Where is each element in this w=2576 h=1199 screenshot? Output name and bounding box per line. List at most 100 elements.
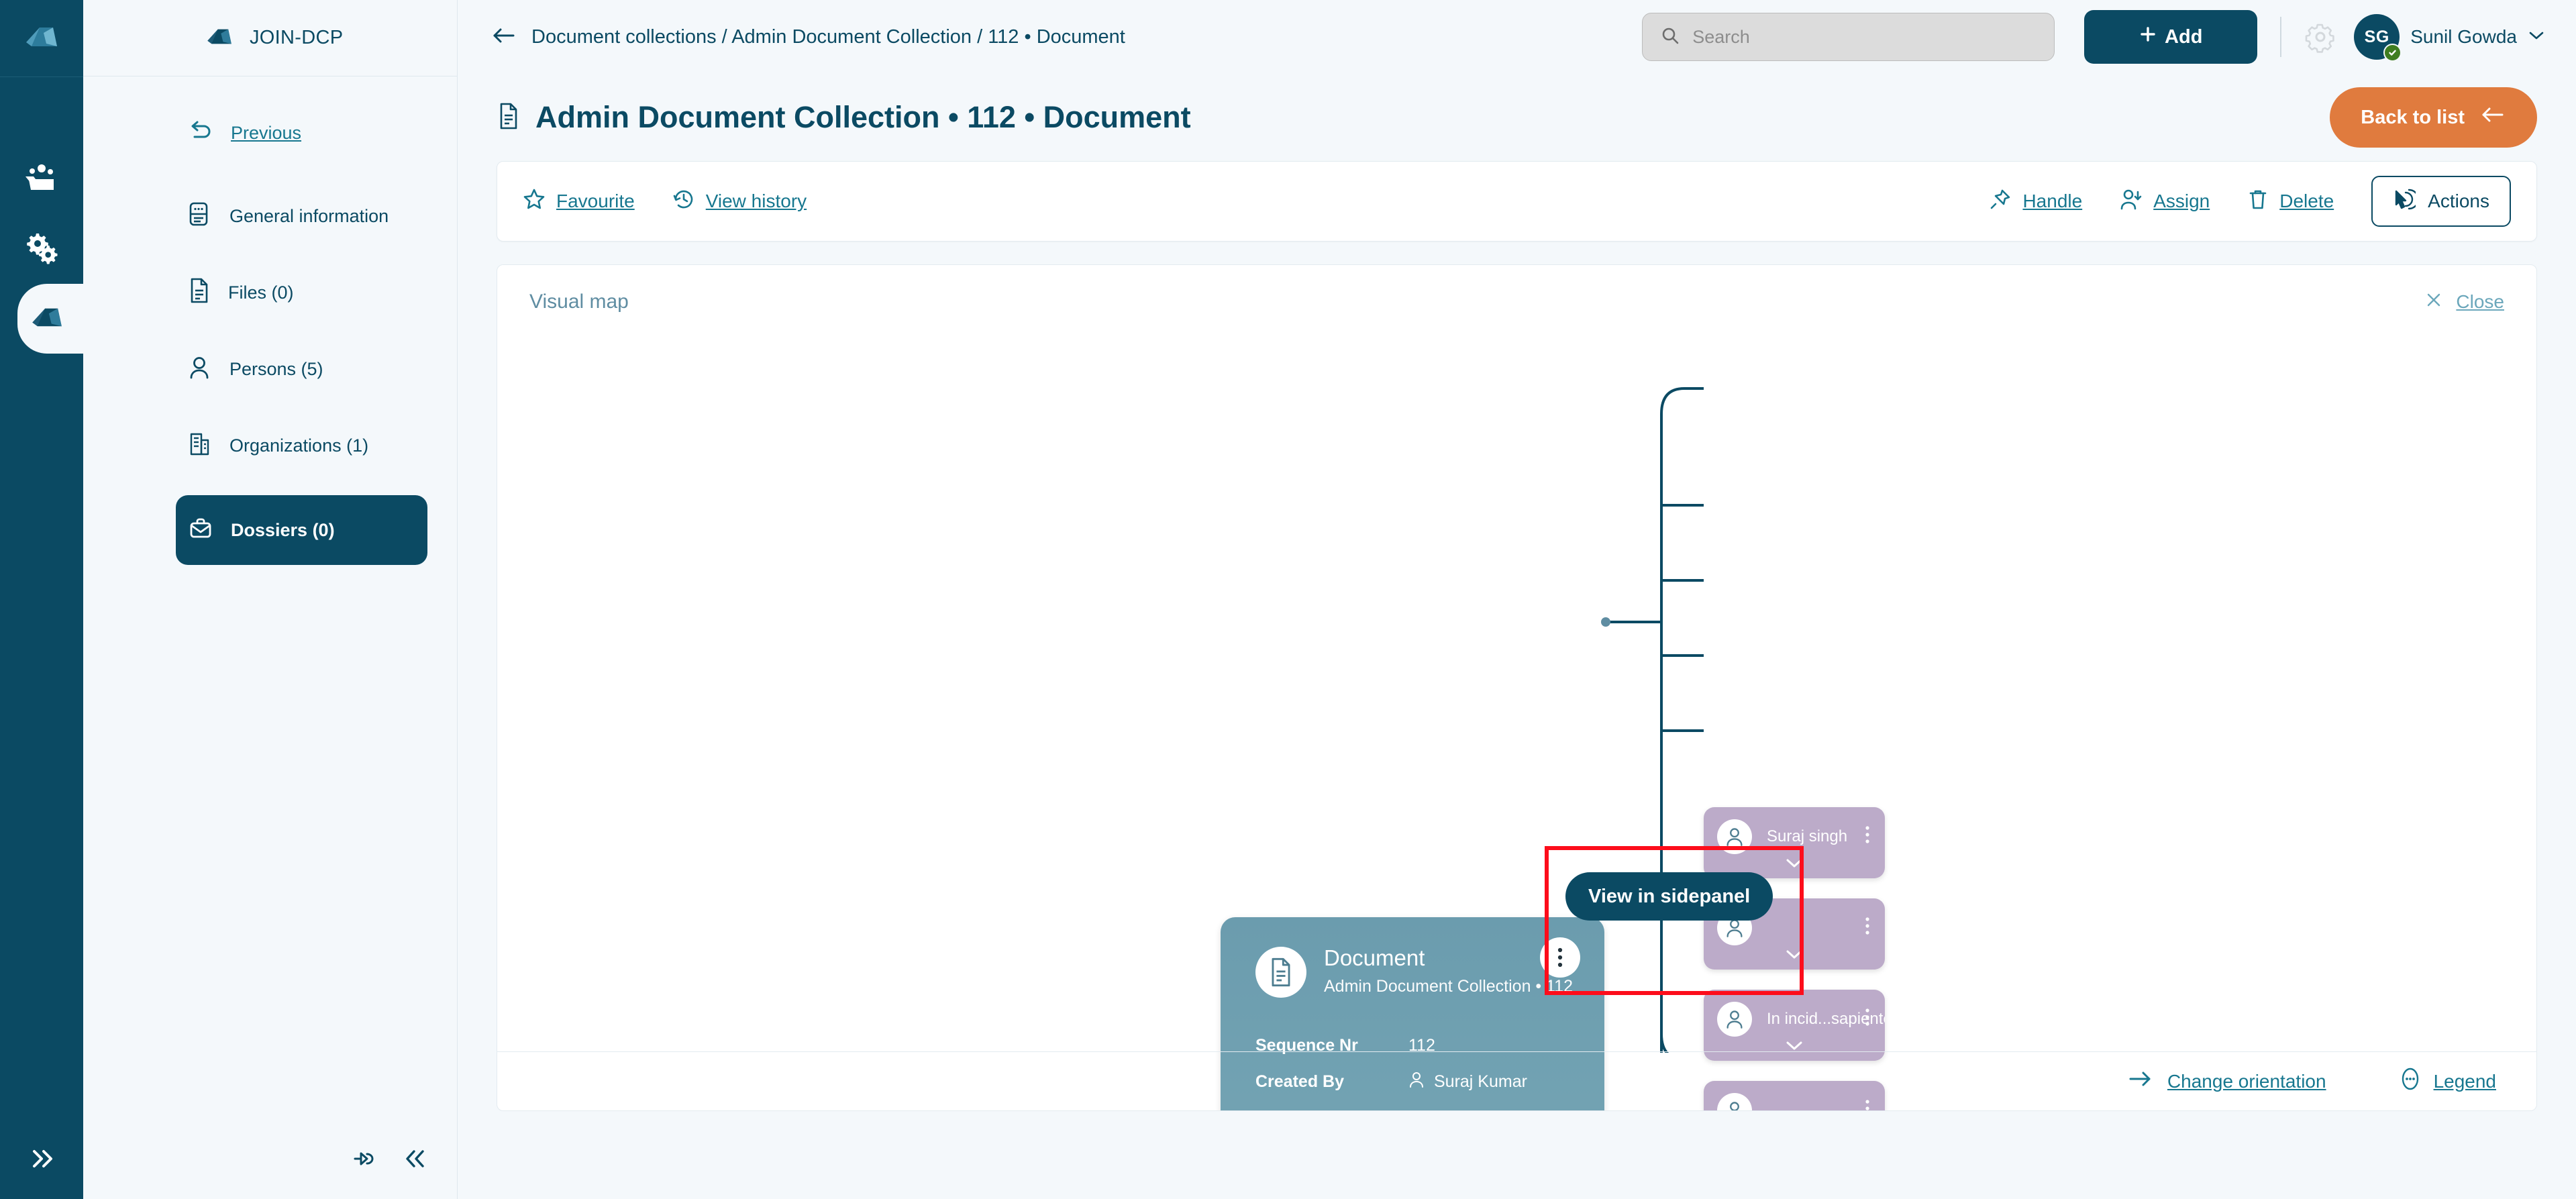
building-icon xyxy=(188,431,212,461)
avatar[interactable]: SG xyxy=(2354,14,2400,60)
secondary-sidebar: JOIN-DCP Previous General informat xyxy=(83,0,458,1199)
page-scrollbar[interactable] xyxy=(2564,0,2576,1199)
delete-button[interactable]: Delete xyxy=(2247,188,2334,215)
main-content: Admin Document Collection • 112 • Docume… xyxy=(458,74,2576,1199)
favourite-button[interactable]: Favourite xyxy=(523,188,635,215)
sidebar-item-organizations[interactable]: Organizations (1) xyxy=(176,419,427,472)
change-orientation-label: Change orientation xyxy=(2167,1071,2326,1092)
topbar-divider xyxy=(2280,17,2281,57)
page-title-wrap: Admin Document Collection • 112 • Docume… xyxy=(497,100,1191,135)
page-header: Admin Document Collection • 112 • Docume… xyxy=(497,74,2537,161)
change-orientation-button[interactable]: Change orientation xyxy=(2127,1070,2326,1092)
back-to-list-button[interactable]: Back to list xyxy=(2330,87,2537,148)
user-name[interactable]: Sunil Gowda xyxy=(2410,26,2517,48)
search-field[interactable] xyxy=(1642,13,2055,61)
kebab-menu-icon[interactable] xyxy=(1865,825,1870,848)
actions-label: Actions xyxy=(2428,191,2489,212)
arrow-left-icon[interactable] xyxy=(491,25,517,49)
view-in-sidepanel-tooltip: View in sidepanel xyxy=(1565,872,1773,921)
add-button[interactable]: Add xyxy=(2084,10,2257,64)
sidebar-item-previous[interactable]: Previous xyxy=(176,106,427,160)
actions-button[interactable]: Actions xyxy=(2371,176,2511,227)
star-icon xyxy=(523,188,546,215)
person-icon xyxy=(1717,819,1752,854)
plus-icon xyxy=(2139,25,2157,48)
breadcrumb[interactable]: Document collections / Admin Document Co… xyxy=(491,25,1125,49)
app-rail xyxy=(0,0,83,1199)
chevron-down-icon[interactable] xyxy=(1704,857,1885,869)
document-icon xyxy=(1255,947,1306,998)
map-node-header: Suraj singh xyxy=(1704,807,1885,854)
visual-map-title: Visual map xyxy=(529,291,629,313)
rail-logo xyxy=(0,0,83,76)
kebab-menu-icon[interactable] xyxy=(1865,1007,1870,1031)
sidebar-item-label: Dossiers (0) xyxy=(231,521,335,539)
undo-arrow-icon xyxy=(188,119,213,147)
breadcrumb-label: Document collections / Admin Document Co… xyxy=(531,26,1125,48)
sidebar-item-label: Files (0) xyxy=(228,284,294,302)
close-visual-map-button[interactable]: Close xyxy=(2425,291,2504,313)
rail-expand-button[interactable] xyxy=(0,1147,83,1174)
visual-map-canvas[interactable]: Document Admin Document Collection • 112… xyxy=(497,339,2536,1051)
sidebar-nav: Previous General information xyxy=(83,76,457,565)
sidebar-item-general-information[interactable]: General information xyxy=(176,189,427,243)
rail-divider xyxy=(0,76,83,77)
visual-map-header: Visual map Close xyxy=(497,265,2536,339)
kebab-menu-icon[interactable] xyxy=(1540,937,1580,978)
sidebar-item-files[interactable]: Files (0) xyxy=(176,266,427,319)
chevron-double-left-icon[interactable] xyxy=(402,1147,429,1174)
legend-label: Legend xyxy=(2434,1071,2496,1092)
history-clock-icon xyxy=(672,188,695,215)
handle-button[interactable]: Handle xyxy=(1989,188,2082,215)
assign-label: Assign xyxy=(2153,191,2210,212)
trash-icon xyxy=(2247,188,2269,215)
top-bar-right: Add SG Sunil Gowda xyxy=(1642,10,2576,64)
pin-icon xyxy=(1989,188,2012,215)
map-node-label: Suraj singh xyxy=(1767,827,1847,846)
action-bar-right: Handle Assign Delete xyxy=(1989,176,2511,227)
sidebar-item-persons[interactable]: Persons (5) xyxy=(176,342,427,396)
sidebar-item-label: Persons (5) xyxy=(229,360,323,378)
sidebar-item-label: Organizations (1) xyxy=(229,437,368,455)
favourite-label: Favourite xyxy=(556,191,635,212)
rail-item-teams[interactable] xyxy=(0,144,83,214)
map-node-person[interactable]: In incid...sapiente xyxy=(1704,990,1885,1061)
team-folder-icon xyxy=(24,162,59,197)
person-icon xyxy=(1717,1002,1752,1037)
handle-label: Handle xyxy=(2022,191,2082,212)
action-bar: Favourite View history Handle xyxy=(497,161,2537,242)
document-node-title: Document xyxy=(1324,947,1573,970)
view-history-label: View history xyxy=(706,191,807,212)
app-logo-icon xyxy=(23,23,60,54)
kebab-menu-icon[interactable] xyxy=(1865,916,1870,939)
sidebar-item-label: General information xyxy=(229,207,389,225)
info-card-icon xyxy=(188,201,212,231)
chevron-down-icon[interactable] xyxy=(1704,1039,1885,1051)
sidebar-brand: JOIN-DCP xyxy=(83,0,457,76)
file-icon xyxy=(188,277,211,309)
rail-item-collections[interactable] xyxy=(17,284,83,354)
legend-dots-icon xyxy=(2400,1066,2420,1096)
person-icon xyxy=(188,354,212,384)
close-visual-map-label: Close xyxy=(2456,291,2504,313)
map-node-person[interactable]: Suraj singh xyxy=(1704,807,1885,878)
view-history-button[interactable]: View history xyxy=(672,188,807,215)
document-node-titles: Document Admin Document Collection • 112 xyxy=(1324,947,1573,996)
assign-button[interactable]: Assign xyxy=(2120,188,2210,215)
rail-item-settings[interactable] xyxy=(0,214,83,284)
sidebar-footer xyxy=(352,1147,429,1174)
visual-map-panel: Visual map Close xyxy=(497,264,2537,1111)
chevron-down-icon[interactable] xyxy=(2528,30,2545,45)
close-x-icon xyxy=(2425,291,2442,313)
app-logo-icon xyxy=(205,26,234,50)
chevron-down-icon[interactable] xyxy=(1704,948,1885,960)
top-bar: Document collections / Admin Document Co… xyxy=(458,0,2576,74)
pin-icon[interactable] xyxy=(352,1147,379,1174)
arrow-left-icon xyxy=(2479,106,2506,129)
document-icon xyxy=(497,102,521,134)
sidebar-item-dossiers[interactable]: Dossiers (0) xyxy=(176,495,427,565)
search-input[interactable] xyxy=(1692,27,2037,48)
gear-icon[interactable] xyxy=(2304,21,2336,53)
legend-button[interactable]: Legend xyxy=(2400,1066,2496,1096)
visual-map-footer: Change orientation Legend xyxy=(497,1051,2536,1110)
